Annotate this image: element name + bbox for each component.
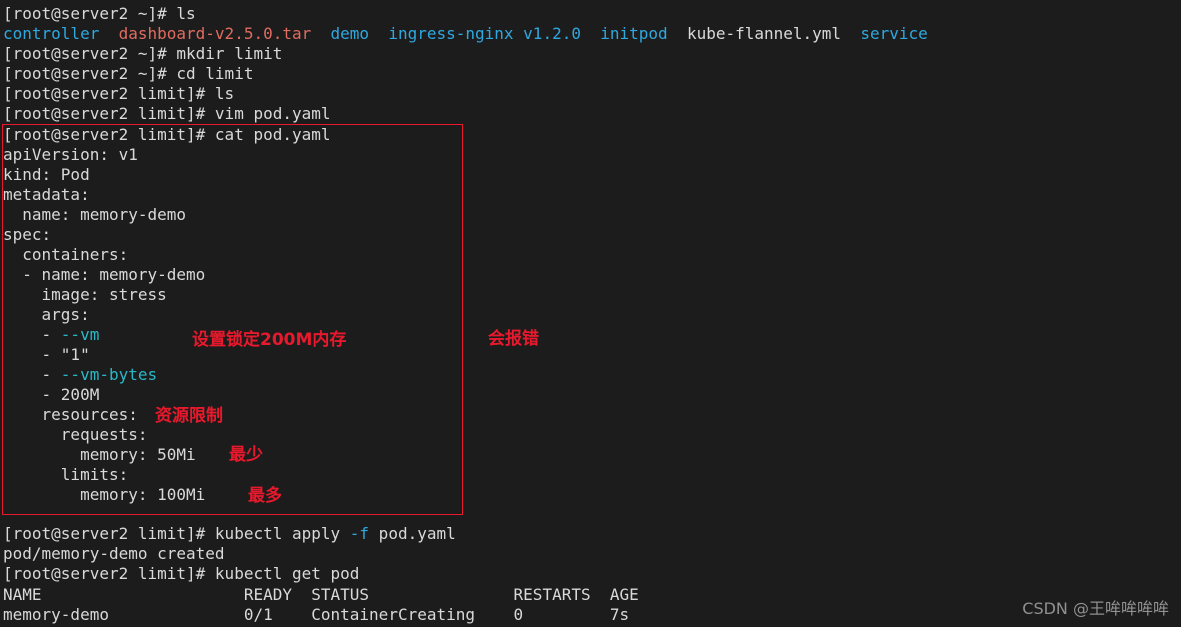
- terminal-line: memory: 50Mi: [3, 445, 196, 465]
- output-text: image: stress: [3, 285, 167, 304]
- terminal-window[interactable]: [root@server2 ~]# ls controller dashboard…: [0, 0, 1181, 627]
- terminal-line: limits:: [3, 465, 128, 485]
- terminal-line: requests:: [3, 425, 148, 445]
- shell-prompt: [root@server2 limit]#: [3, 125, 215, 144]
- terminal-line: [root@server2 limit]# cat pod.yaml: [3, 125, 331, 145]
- ls-entry: dashboard-v2.5.0.tar: [118, 24, 312, 43]
- shell-command: cat pod.yaml: [214, 125, 331, 144]
- terminal-line: - 200M: [3, 385, 100, 405]
- terminal-line: - name: memory-demo: [3, 265, 205, 285]
- ls-entry: initpod: [600, 24, 668, 43]
- yaml-arg-value: --vm: [60, 325, 100, 344]
- shell-command: kubectl get pod: [214, 564, 360, 583]
- output-text: limits:: [3, 465, 129, 484]
- output-text: - 200M: [3, 385, 100, 404]
- command-flag: -f: [349, 524, 370, 543]
- terminal-line: containers:: [3, 245, 128, 265]
- terminal-line: - --vm: [3, 325, 100, 345]
- terminal-line: apiVersion: v1: [3, 145, 138, 165]
- shell-command: kubectl apply: [214, 524, 350, 543]
- output-text: name: memory-demo: [3, 205, 187, 224]
- ls-entry: [841, 24, 860, 43]
- output-text: NAME READY STATUS RESTARTS AGE: [3, 585, 639, 604]
- shell-command: ls: [176, 4, 196, 23]
- shell-command: ls: [214, 84, 235, 103]
- ls-entry: controller: [3, 24, 100, 43]
- shell-command: cd limit: [176, 64, 254, 83]
- terminal-line: - --vm-bytes: [3, 365, 158, 385]
- yaml-text: -: [3, 325, 61, 344]
- output-text: apiVersion: v1: [3, 145, 138, 164]
- ls-entry: kube-flannel.yml: [686, 24, 842, 43]
- terminal-line: image: stress: [3, 285, 167, 305]
- terminal-line: [root@server2 ~]# mkdir limit: [3, 44, 282, 64]
- csdn-watermark: CSDN @王哞哞哞哞: [1022, 599, 1169, 618]
- shell-command: mkdir limit: [176, 44, 283, 63]
- ls-entry: [311, 24, 330, 43]
- red-annotation: 资源限制: [155, 406, 223, 426]
- terminal-line: spec:: [3, 225, 51, 245]
- ls-entry: ingress-nginx v1.2.0: [388, 24, 581, 43]
- shell-prompt: [root@server2 ~]#: [3, 44, 177, 63]
- ls-entry: [369, 24, 388, 43]
- terminal-line: args:: [3, 305, 90, 325]
- output-text: memory: 50Mi: [3, 445, 196, 464]
- terminal-line: [root@server2 limit]# kubectl apply -f p…: [3, 524, 456, 544]
- terminal-line: kind: Pod: [3, 165, 90, 185]
- shell-prompt: [root@server2 limit]#: [3, 524, 215, 543]
- shell-prompt: [root@server2 limit]#: [3, 564, 215, 583]
- output-text: resources:: [3, 405, 138, 424]
- shell-command: vim pod.yaml: [214, 104, 331, 123]
- terminal-line: name: memory-demo: [3, 205, 186, 225]
- shell-prompt: [root@server2 limit]#: [3, 84, 215, 103]
- ls-entry: [581, 24, 600, 43]
- ls-entry: [99, 24, 118, 43]
- output-text: - name: memory-demo: [3, 265, 206, 284]
- output-text: memory: 100Mi: [3, 485, 206, 504]
- output-text: requests:: [3, 425, 148, 444]
- terminal-line: [root@server2 ~]# cd limit: [3, 64, 253, 84]
- terminal-line: resources:: [3, 405, 138, 425]
- red-annotation: 设置锁定200M内存: [192, 330, 347, 350]
- yaml-text: -: [3, 365, 61, 384]
- shell-prompt: [root@server2 ~]#: [3, 64, 177, 83]
- output-text: containers:: [3, 245, 129, 264]
- output-text: kind: Pod: [3, 165, 90, 184]
- ls-entry: service: [860, 24, 928, 43]
- red-annotation: 会报错: [488, 329, 539, 349]
- terminal-line: memory-demo 0/1 ContainerCreating 0 7s: [3, 605, 629, 625]
- output-text: pod/memory-demo created: [3, 544, 225, 563]
- shell-prompt: [root@server2 ~]#: [3, 4, 177, 23]
- red-annotation: 最少: [229, 445, 263, 465]
- terminal-line: [root@server2 limit]# kubectl get pod: [3, 564, 359, 584]
- terminal-line: [root@server2 limit]# vim pod.yaml: [3, 104, 331, 124]
- terminal-line: - "1": [3, 345, 90, 365]
- output-text: metadata:: [3, 185, 90, 204]
- terminal-line: [root@server2 ~]# ls: [3, 4, 196, 24]
- terminal-line: NAME READY STATUS RESTARTS AGE: [3, 585, 639, 605]
- yaml-arg-value: --vm-bytes: [60, 365, 158, 384]
- red-annotation: 最多: [248, 486, 282, 506]
- terminal-line: memory: 100Mi: [3, 485, 205, 505]
- terminal-line: pod/memory-demo created: [3, 544, 225, 564]
- output-text: - "1": [3, 345, 90, 364]
- terminal-line: metadata:: [3, 185, 90, 205]
- shell-command: pod.yaml: [369, 524, 456, 543]
- output-text: memory-demo 0/1 ContainerCreating 0 7s: [3, 605, 630, 624]
- ls-entry: demo: [330, 24, 370, 43]
- terminal-line: controller dashboard-v2.5.0.tar demo ing…: [3, 24, 928, 44]
- terminal-line: [root@server2 limit]# ls: [3, 84, 234, 104]
- output-text: spec:: [3, 225, 52, 244]
- ls-entry: [668, 24, 687, 43]
- output-text: args:: [3, 305, 90, 324]
- shell-prompt: [root@server2 limit]#: [3, 104, 215, 123]
